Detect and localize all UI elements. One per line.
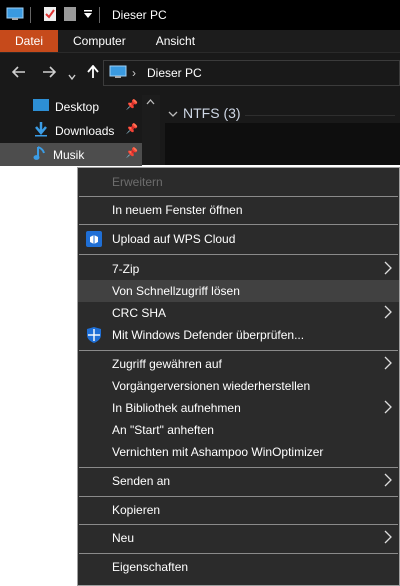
group-header[interactable]: NTFS (3): [183, 105, 241, 121]
menu-item-label: Zugriff gewähren auf: [112, 357, 222, 371]
menu-item-label: Erweitern: [112, 175, 163, 189]
forward-arrow-icon[interactable]: [42, 65, 57, 84]
menu-item-label: CRC SHA: [112, 306, 167, 320]
menu-separator: [79, 224, 398, 225]
pin-icon: 📌: [125, 100, 138, 111]
nav-item-label: Desktop: [55, 99, 100, 114]
ribbon-tabs: Datei Computer Ansicht: [0, 30, 400, 53]
submenu-chevron-icon: [383, 356, 393, 370]
pin-icon: 📌: [125, 124, 138, 135]
title-bar: Dieser PC: [0, 0, 400, 30]
new-folder-icon[interactable]: [63, 6, 77, 25]
menu-item-label: Senden an: [112, 474, 171, 488]
menu-item-label: Von Schnellzugriff lösen: [112, 284, 240, 298]
menu-item-label: An "Start" anheften: [112, 423, 214, 437]
nav-item-musik[interactable]: Musik 📌: [0, 143, 142, 166]
menu-separator: [79, 553, 398, 554]
menu-item-label: Upload auf WPS Cloud: [112, 232, 236, 246]
submenu-chevron-icon: [383, 305, 393, 319]
pin-icon: 📌: [125, 148, 138, 159]
menu-separator: [79, 254, 398, 255]
menu-item-label: Kopieren: [112, 503, 161, 517]
menu-item-label: 7-Zip: [112, 262, 140, 276]
menu-item-restore-versions[interactable]: Vorgängerversionen wiederherstellen: [78, 375, 399, 397]
menu-item-label: Vorgängerversionen wiederherstellen: [112, 379, 311, 393]
menu-item-label: Eigenschaften: [112, 560, 189, 574]
menu-item-copy[interactable]: Kopieren: [78, 499, 399, 521]
nav-item-label: Downloads: [55, 123, 115, 138]
up-arrow-icon[interactable]: [86, 64, 100, 84]
menu-item-unpin-quick-access[interactable]: Von Schnellzugriff lösen: [78, 280, 399, 302]
tab-ansicht[interactable]: Ansicht: [141, 30, 210, 52]
context-menu: Erweitern In neuem Fenster öffnen Upload…: [77, 167, 400, 586]
quick-access-dropdown-icon[interactable]: [83, 8, 93, 22]
nav-item-downloads[interactable]: Downloads 📌: [0, 119, 142, 142]
tab-computer[interactable]: Computer: [58, 30, 141, 52]
menu-item-label: Neu: [112, 531, 135, 545]
menu-item-crc-sha[interactable]: CRC SHA: [78, 302, 399, 324]
menu-separator: [79, 496, 398, 497]
menu-item-send-to[interactable]: Senden an: [78, 470, 399, 492]
window-title: Dieser PC: [112, 8, 167, 22]
nav-item-desktop[interactable]: Desktop 📌: [0, 95, 142, 118]
menu-item-erweitern: Erweitern: [78, 171, 399, 193]
menu-item-grant-access[interactable]: Zugriff gewähren auf: [78, 353, 399, 375]
menu-separator: [79, 196, 398, 197]
group-divider: [245, 115, 395, 116]
this-pc-icon: [6, 7, 24, 24]
menu-item-ashampoo-shred[interactable]: Vernichten mit Ashampoo WinOptimizer: [78, 441, 399, 463]
download-arrow-icon: [33, 121, 49, 140]
title-separator: [99, 7, 100, 23]
wps-cloud-icon: [86, 231, 102, 247]
address-bar[interactable]: › Dieser PC: [103, 60, 400, 86]
breadcrumb[interactable]: Dieser PC: [147, 66, 202, 80]
menu-item-label: In Bibliothek aufnehmen: [112, 401, 241, 415]
tab-datei[interactable]: Datei: [0, 30, 59, 52]
windows-defender-icon: [86, 327, 102, 343]
properties-checklist-icon[interactable]: [43, 6, 57, 25]
back-arrow-icon[interactable]: [11, 65, 26, 84]
navigation-pane: Desktop 📌 Downloads 📌 Musik 📌: [0, 95, 160, 166]
this-pc-icon: [109, 65, 127, 82]
menu-item-wps-cloud[interactable]: Upload auf WPS Cloud: [78, 228, 399, 250]
recent-locations-chevron-icon[interactable]: [68, 68, 76, 86]
menu-item-label: In neuem Fenster öffnen: [112, 203, 243, 217]
menu-separator: [79, 467, 398, 468]
submenu-chevron-icon: [383, 400, 393, 414]
submenu-chevron-icon: [383, 473, 393, 487]
menu-item-label: Mit Windows Defender überprüfen...: [112, 328, 305, 342]
nav-item-label: Musik: [53, 147, 85, 162]
submenu-chevron-icon: [383, 261, 393, 275]
menu-item-add-to-library[interactable]: In Bibliothek aufnehmen: [78, 397, 399, 419]
breadcrumb-separator-icon: ›: [132, 66, 136, 80]
menu-separator: [79, 350, 398, 351]
scroll-up-chevron-icon[interactable]: [146, 97, 155, 107]
title-separator: [30, 7, 31, 23]
explorer-window: Dieser PC Datei Computer Ansicht › Diese…: [0, 0, 400, 166]
menu-item-windows-defender[interactable]: Mit Windows Defender überprüfen...: [78, 324, 399, 346]
menu-item-7zip[interactable]: 7-Zip: [78, 258, 399, 280]
menu-item-properties[interactable]: Eigenschaften: [78, 556, 399, 578]
drive-area: [165, 123, 400, 165]
menu-item-label: Vernichten mit Ashampoo WinOptimizer: [112, 445, 324, 459]
music-note-icon: [33, 145, 47, 164]
menu-item-open-new-window[interactable]: In neuem Fenster öffnen: [78, 199, 399, 221]
menu-separator: [79, 524, 398, 525]
submenu-chevron-icon: [383, 530, 393, 544]
menu-item-new[interactable]: Neu: [78, 527, 399, 549]
menu-item-pin-to-start[interactable]: An "Start" anheften: [78, 419, 399, 441]
group-collapse-chevron-icon[interactable]: [168, 107, 178, 121]
desktop-folder-icon: [33, 98, 49, 115]
